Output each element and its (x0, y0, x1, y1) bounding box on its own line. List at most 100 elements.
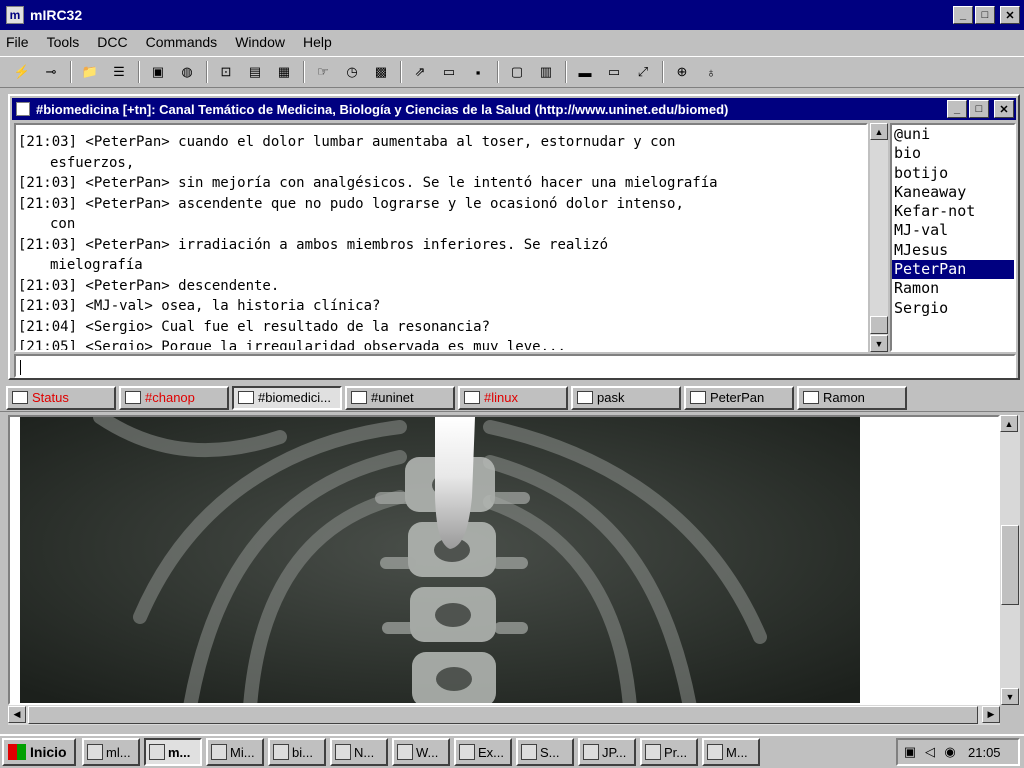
menu-help[interactable]: Help (303, 34, 332, 50)
switch-tab-pask[interactable]: pask (571, 385, 681, 410)
options-icon[interactable]: 📁 (78, 60, 102, 84)
taskbar-button[interactable]: S... (516, 738, 574, 766)
taskbar-button[interactable]: N... (330, 738, 388, 766)
popups-icon[interactable]: ▤ (243, 60, 267, 84)
switch-tab-linux[interactable]: #linux (458, 385, 568, 410)
colors-icon[interactable]: ▩ (369, 60, 393, 84)
help-icon[interactable]: ⊕ (670, 60, 694, 84)
switch-tab-label: Status (32, 390, 69, 405)
network-icon[interactable]: ▣ (902, 744, 918, 760)
minimize-button[interactable]: _ (953, 6, 973, 24)
chat-line-continuation: mielografía (50, 257, 143, 273)
clock[interactable]: 21:05 (968, 745, 1001, 760)
switch-tab-chanop[interactable]: #chanop (119, 385, 229, 410)
taskbar-button[interactable]: Pr... (640, 738, 698, 766)
channel-close-button[interactable]: ✕ (994, 100, 1014, 118)
app-titlebar[interactable]: m mIRC32 _ □ ✕ (0, 0, 1024, 30)
dcc-chat-icon[interactable]: ▭ (437, 60, 461, 84)
image-vertical-scrollbar[interactable]: ▲ ▼ (1000, 415, 1020, 705)
chat-scroll-thumb[interactable] (870, 316, 888, 334)
image-scroll-up-icon[interactable]: ▲ (1000, 415, 1018, 432)
xray-image (20, 417, 860, 703)
menu-commands[interactable]: Commands (146, 34, 218, 50)
nick-item[interactable]: Ramon (892, 279, 1014, 298)
image-scroll-right-icon[interactable]: ▶ (982, 706, 1000, 723)
disconnect-icon[interactable]: ⊸ (39, 60, 63, 84)
app-icon (583, 744, 599, 760)
taskbar-button[interactable]: bi... (268, 738, 326, 766)
nick-item[interactable]: botijo (892, 164, 1014, 183)
image-scroll-down-icon[interactable]: ▼ (1001, 688, 1019, 705)
chat-scrollbar[interactable]: ▲ ▼ (870, 123, 888, 352)
channel-minimize-button[interactable]: _ (947, 100, 967, 118)
tile-icon[interactable]: ▭ (602, 60, 626, 84)
finger-icon[interactable]: ▢ (505, 60, 529, 84)
aliases-icon[interactable]: ⊡ (214, 60, 238, 84)
switch-tab-uninet[interactable]: #uninet (345, 385, 455, 410)
speaker-icon[interactable]: ◁ (922, 744, 938, 760)
nick-item[interactable]: MJ-val (892, 221, 1014, 240)
remote-icon[interactable]: ▦ (272, 60, 296, 84)
dcc-options-icon[interactable]: ▪ (466, 60, 490, 84)
image-scroll-left-icon[interactable]: ◀ (8, 706, 26, 723)
window-icon (464, 391, 480, 404)
taskbar-button[interactable]: JP... (578, 738, 636, 766)
nick-item[interactable]: @uni (892, 125, 1014, 144)
switch-tab-ramon[interactable]: Ramon (797, 385, 907, 410)
chat-log[interactable]: [21:03] <PeterPan> cuando el dolor lumba… (14, 123, 868, 352)
scroll-up-arrow-icon[interactable]: ▲ (870, 123, 888, 140)
connect-icon[interactable]: ⚡ (10, 60, 34, 84)
switch-tab-label: pask (597, 390, 625, 405)
chat-line-continuation: esfuerzos, (50, 154, 135, 171)
taskbar-button-label: Mi... (230, 744, 255, 760)
menu-dcc[interactable]: DCC (97, 34, 127, 50)
address-book-icon[interactable]: ☰ (107, 60, 131, 84)
toolbar-separator (303, 61, 305, 83)
cascade-icon[interactable]: ▬ (573, 60, 597, 84)
taskbar-button[interactable]: Mi... (206, 738, 264, 766)
taskbar-button[interactable]: ml... (82, 738, 140, 766)
channels-list-icon[interactable]: ▣ (146, 60, 170, 84)
nick-item[interactable]: Kaneaway (892, 183, 1014, 202)
menu-file[interactable]: File (6, 34, 29, 50)
switch-tab-status[interactable]: Status (6, 385, 116, 410)
nick-list[interactable]: @uni bio botijo Kaneaway Kefar-not MJ-va… (890, 123, 1016, 352)
start-button[interactable]: Inicio (2, 738, 76, 766)
nick-item[interactable]: MJesus (892, 241, 1014, 260)
close-button[interactable]: ✕ (1000, 6, 1020, 24)
dcc-send-icon[interactable]: ⇗ (408, 60, 432, 84)
nick-item[interactable]: Sergio (892, 299, 1014, 318)
arrange-icon[interactable]: ⤢ (631, 60, 655, 84)
message-input[interactable] (14, 354, 1016, 378)
scripts-editor-icon[interactable]: ◍ (175, 60, 199, 84)
switch-tab-peterpan[interactable]: PeterPan (684, 385, 794, 410)
scroll-down-arrow-icon[interactable]: ▼ (870, 335, 888, 352)
channel-window-icon[interactable] (16, 102, 30, 116)
menu-window[interactable]: Window (235, 34, 285, 50)
toolbar-separator (497, 61, 499, 83)
timer-icon[interactable]: ◷ (340, 60, 364, 84)
globe-icon[interactable]: ◉ (942, 744, 958, 760)
image-view-area[interactable] (8, 415, 1000, 705)
taskbar-button[interactable]: W... (392, 738, 450, 766)
image-vscroll-thumb[interactable] (1001, 525, 1019, 605)
xray-image-graphic (20, 417, 860, 703)
channel-maximize-button[interactable]: □ (969, 100, 989, 118)
toolbar-separator (565, 61, 567, 83)
mirc-app-icon[interactable]: m (6, 6, 24, 24)
url-list-icon[interactable]: ▥ (534, 60, 558, 84)
taskbar-button-active[interactable]: m... (144, 738, 202, 766)
image-hscroll-thumb[interactable] (28, 706, 978, 724)
switch-tab-biomedicina[interactable]: #biomedici... (232, 385, 342, 410)
notify-icon[interactable]: ☞ (311, 60, 335, 84)
nick-item[interactable]: Kefar-not (892, 202, 1014, 221)
nick-item-selected[interactable]: PeterPan (892, 260, 1014, 280)
menu-tools[interactable]: Tools (47, 34, 80, 50)
about-icon[interactable]: ♁ (699, 60, 723, 84)
maximize-button[interactable]: □ (975, 6, 995, 24)
channel-titlebar[interactable]: #biomedicina [+tn]: Canal Temático de Me… (12, 98, 1016, 120)
image-horizontal-scrollbar[interactable]: ◀ ▶ (8, 705, 1000, 725)
taskbar-button[interactable]: Ex... (454, 738, 512, 766)
nick-item[interactable]: bio (892, 144, 1014, 163)
taskbar-button[interactable]: M... (702, 738, 760, 766)
